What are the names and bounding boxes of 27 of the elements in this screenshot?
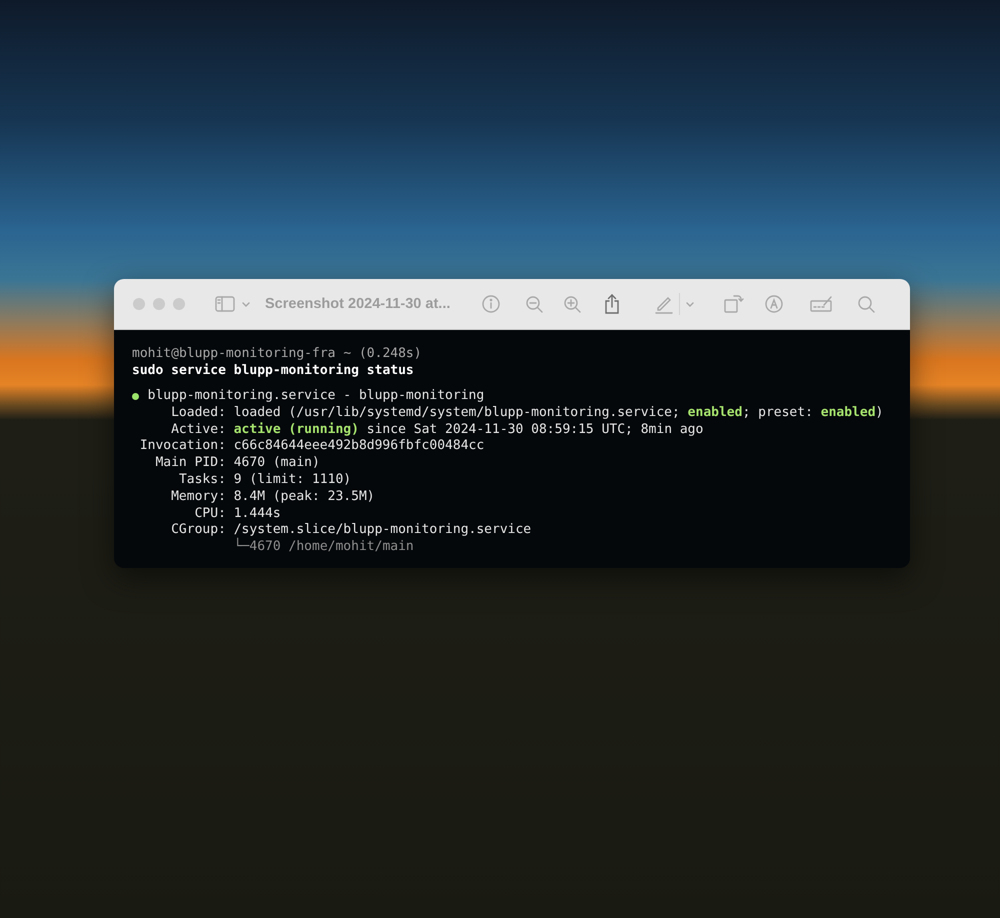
field-label: Tasks: [178, 472, 226, 489]
field-label: Active: [170, 422, 226, 438]
close-button[interactable] [133, 298, 145, 310]
field-label: Memory: [170, 488, 226, 506]
field-value: 4670 (main) [234, 455, 320, 472]
markup-icon[interactable] [763, 293, 786, 315]
command-line: sudo service blupp-monitoring status [132, 362, 414, 380]
window-title: Screenshot 2024-11-30 at... [265, 296, 450, 312]
field-label: Invocation: [138, 438, 226, 456]
shell-prompt: mohit@blupp-monitoring-fra ~ (0.248s) [132, 346, 422, 363]
info-icon[interactable] [480, 293, 502, 315]
rotate-icon[interactable] [722, 293, 744, 315]
field-value: c66c84644eee492b8d996fbfc00484cc [234, 438, 484, 456]
process-tree-line: └─4670 /home/mohit/main [234, 539, 414, 556]
field-label: CGroup: [170, 522, 226, 540]
zoom-button[interactable] [173, 298, 185, 310]
field-value: 9 (limit: 1110) [234, 472, 352, 489]
field-label: Main PID: [154, 455, 226, 472]
field-value: 8.4M (peak: 23.5M) [234, 488, 375, 506]
unit-title: blupp-monitoring.service - blupp-monitoring [148, 388, 484, 405]
field-value: loaded (/usr/lib/systemd/system/blupp-monitoring.service; enabled; preset: enabled) [234, 404, 884, 422]
field-value: 1.444s [234, 506, 281, 522]
field-value: active (running) since Sat 2024-11-30 08:59:15 UTC; 8min ago [234, 422, 704, 438]
field-label: CPU: [194, 506, 226, 522]
minimize-button[interactable] [153, 298, 165, 310]
field-value: /system.slice/blupp-monitoring.service [234, 522, 532, 538]
field-label: Loaded: [170, 404, 226, 422]
